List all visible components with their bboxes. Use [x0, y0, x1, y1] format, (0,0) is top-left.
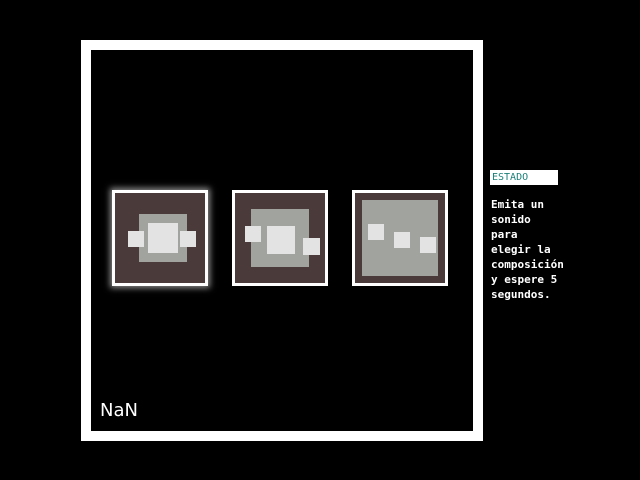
counter-text: NaN [100, 400, 138, 421]
left-tile [368, 224, 384, 240]
right-tile [420, 237, 436, 253]
instructions-text: Emita un sonido para elegir la composici… [491, 198, 564, 301]
center-tile [394, 232, 410, 248]
center-tile [267, 226, 295, 254]
left-tile [245, 226, 261, 242]
center-tile [148, 223, 178, 253]
right-tile [180, 231, 196, 247]
composition-option-3[interactable] [352, 190, 448, 286]
status-label: ESTADO [490, 170, 558, 185]
right-tile [303, 238, 320, 255]
composition-option-2[interactable] [232, 190, 328, 286]
left-tile [128, 231, 144, 247]
composition-option-1[interactable] [112, 190, 208, 286]
